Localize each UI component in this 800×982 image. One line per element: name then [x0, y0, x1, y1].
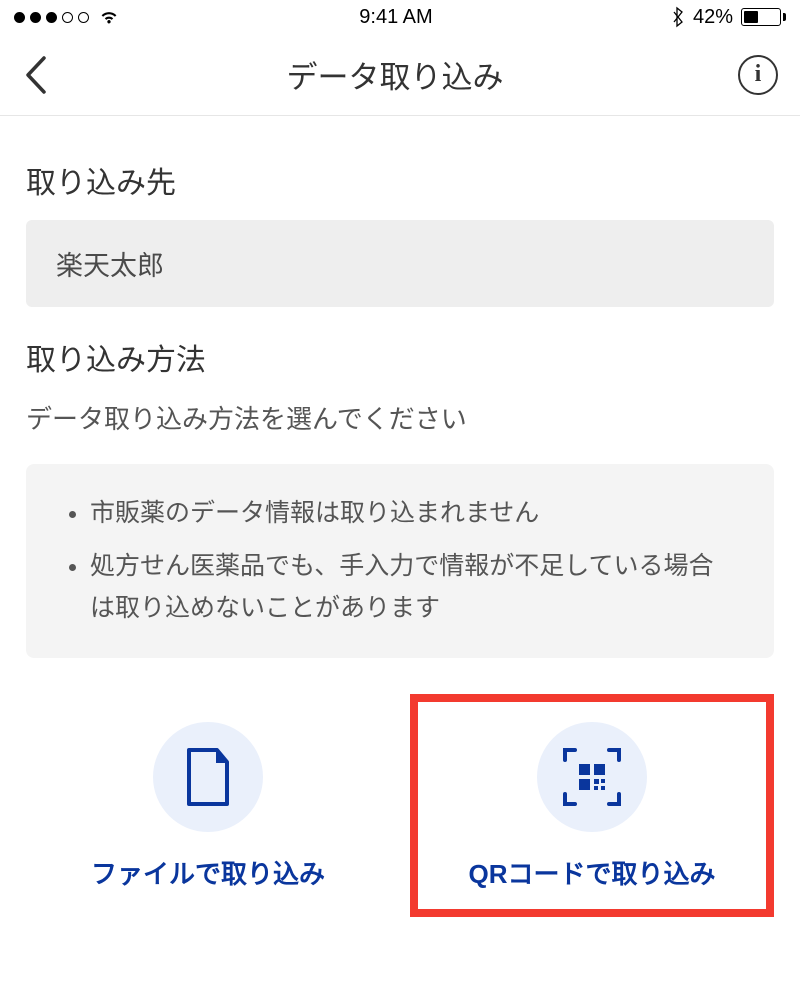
destination-heading: 取り込み先 [26, 158, 774, 202]
method-notes: 市販薬のデータ情報は取り込まれません 処方せん医薬品でも、手入力で情報が不足して… [26, 464, 774, 658]
note-item: 処方せん医薬品でも、手入力で情報が不足している場合は取り込めないことがあります [90, 545, 738, 630]
import-by-qr-label: QRコードで取り込み [468, 854, 715, 891]
destination-value: 楽天太郎 [56, 251, 164, 281]
import-by-file-button[interactable]: ファイルで取り込み [26, 694, 390, 917]
status-bar: 9:41 AM 42% [0, 0, 800, 34]
import-by-qr-button[interactable]: QRコードで取り込み [410, 694, 774, 917]
import-by-file-label: ファイルで取り込み [91, 854, 325, 891]
qr-icon [537, 722, 647, 832]
battery-icon [741, 8, 786, 26]
battery-percentage: 42% [693, 6, 733, 29]
method-instruction: データ取り込み方法を選んでください [26, 399, 774, 436]
signal-strength-icon [14, 12, 89, 23]
note-item: 市販薬のデータ情報は取り込まれません [90, 492, 738, 535]
nav-bar: データ取り込み i [0, 34, 800, 116]
page-title: データ取り込み [287, 52, 504, 97]
status-time: 9:41 AM [359, 6, 432, 29]
wifi-icon [97, 5, 121, 29]
bluetooth-icon [671, 6, 685, 28]
file-icon [153, 722, 263, 832]
method-heading: 取り込み方法 [26, 335, 774, 379]
back-button[interactable] [22, 54, 52, 96]
destination-select[interactable]: 楽天太郎 [26, 220, 774, 307]
info-button[interactable]: i [738, 55, 778, 95]
